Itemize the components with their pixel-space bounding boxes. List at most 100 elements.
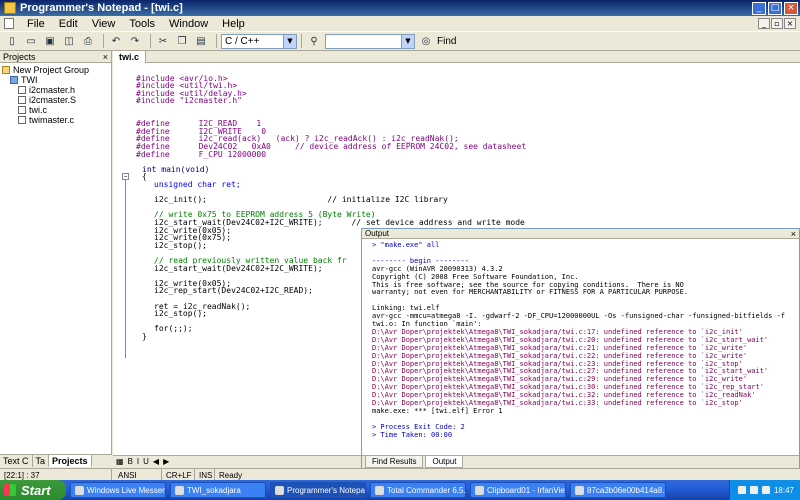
save-all-icon[interactable]: ◫ [61, 33, 77, 49]
minimize-button[interactable]: _ [752, 1, 766, 15]
close-button[interactable]: × [784, 1, 798, 15]
left-tab[interactable]: Ta [33, 455, 50, 467]
code-line: } [142, 332, 147, 341]
output-line: D:\Avr Doper\projektek\Atmega8\TWI_sokad… [372, 351, 748, 360]
output-tab[interactable]: Find Results [365, 456, 424, 468]
taskbar-button-label: Clipboard01 - IrfanView [487, 485, 566, 495]
output-tabs: Find Results Output [362, 455, 799, 468]
print-icon[interactable]: ⎙ [80, 33, 96, 49]
cut-icon[interactable]: ✂ [155, 33, 171, 49]
output-panel-header: Output × [362, 229, 799, 239]
tree-item-label: i2cmaster.S [29, 95, 77, 105]
editor-bar-button[interactable]: U [143, 457, 149, 466]
output-line: D:\Avr Doper\projektek\Atmega8\TWI_sokad… [372, 335, 769, 344]
volume-icon[interactable] [749, 486, 758, 494]
output-text[interactable]: > "make.exe" all -------- begin -------- a… [366, 241, 796, 455]
left-tab[interactable]: Projects [49, 455, 92, 467]
menu-tools[interactable]: Tools [122, 18, 162, 30]
output-line: D:\Avr Doper\projektek\Atmega8\TWI_sokad… [372, 391, 756, 400]
editor-bar-button[interactable]: ▦ [116, 457, 124, 466]
security-icon[interactable] [761, 486, 770, 494]
taskbar-button[interactable]: Programmer's Notepa... [270, 482, 366, 498]
projects-panel: Projects × New Project Group TWI i2cmaster… [0, 51, 112, 454]
taskbar-button-label: 87ca3b06e00b414a8... [587, 485, 666, 495]
output-line: D:\Avr Doper\projektek\Atmega8\TWI_sokad… [372, 343, 748, 352]
tree-item[interactable]: twimaster.c [0, 115, 111, 125]
editor-tab-strip: twi.c [113, 51, 800, 63]
scheme-select[interactable]: C / C++ ▼ [221, 33, 297, 49]
output-line: > Process Exit Code: 2 [372, 422, 465, 431]
tree-item[interactable]: New Project Group [0, 65, 111, 75]
left-tab[interactable]: Text C [0, 455, 33, 467]
menu-edit[interactable]: Edit [52, 18, 85, 30]
code-line: for(;;); [154, 324, 193, 334]
chevron-down-icon[interactable]: ▼ [283, 34, 296, 48]
output-line: warranty; not even for MERCHANTABILITY o… [372, 288, 689, 297]
new-file-icon[interactable]: ▯ [4, 33, 20, 49]
taskbar-button[interactable]: Windows Live Messen... [70, 482, 166, 498]
tree-item[interactable]: TWI [0, 75, 111, 85]
fold-collapse-icon[interactable]: − [122, 173, 129, 180]
tab-twi-c[interactable]: twi.c [113, 51, 147, 63]
tree-item-label: i2cmaster.h [29, 85, 76, 95]
menu-help[interactable]: Help [215, 18, 252, 30]
menu-file[interactable]: File [20, 18, 52, 30]
toolbar-separator [301, 34, 302, 48]
save-icon[interactable]: ▣ [42, 33, 58, 49]
menu-view[interactable]: View [85, 18, 123, 30]
editor-bar-button[interactable]: ▶ [163, 457, 169, 466]
output-line: > "make.exe" all [372, 241, 440, 249]
output-line: Linking: twi.elf [372, 304, 440, 313]
code-line: i2c_rep_start(Dev24C02+I2C_READ); [154, 286, 313, 296]
menu-window[interactable]: Window [162, 18, 215, 30]
code-line: i2c_init(); // initialize I2C library [154, 195, 448, 205]
code-line: int main(void) [142, 164, 210, 174]
folder-icon [10, 76, 18, 84]
close-icon[interactable]: × [791, 229, 796, 239]
undo-icon[interactable]: ↶ [108, 33, 124, 49]
fold-line [125, 176, 126, 358]
output-line: avr-gcc -mmcu=atmega8 -I. -gdwarf-2 -DF_… [372, 312, 786, 321]
app-icon [4, 2, 16, 14]
editor-bar-button[interactable]: I [137, 457, 139, 466]
tree-item[interactable]: twi.c [0, 105, 111, 115]
file-icon [18, 86, 26, 94]
taskbar-button[interactable]: Clipboard01 - IrfanView [470, 482, 566, 498]
output-tab[interactable]: Output [425, 456, 464, 468]
taskbar-button[interactable]: Total Commander 6.5... [370, 482, 466, 498]
mdi-restore-button[interactable]: ▫ [771, 18, 783, 29]
output-line: Copyright (C) 2008 Free Software Foundat… [372, 272, 579, 281]
taskbar-button[interactable]: 87ca3b06e00b414a8... [570, 482, 666, 498]
redo-icon[interactable]: ↷ [127, 33, 143, 49]
output-line: -------- begin -------- [372, 256, 469, 265]
network-icon[interactable] [737, 486, 746, 494]
mdi-minimize-button[interactable]: _ [758, 18, 770, 29]
file-icon [18, 116, 26, 124]
code-line: i2c_start_wait(Dev24C02+I2C_WRITE); [154, 263, 323, 273]
binoculars-icon[interactable]: ◎ [418, 33, 434, 49]
file-icon [18, 106, 26, 114]
open-folder-icon[interactable]: ▭ [23, 33, 39, 49]
chevron-down-icon[interactable]: ▼ [401, 34, 414, 48]
taskbar-button[interactable]: TWI_sokadjara [170, 482, 266, 498]
start-button[interactable]: Start [0, 480, 66, 500]
copy-icon[interactable]: ❐ [174, 33, 190, 49]
find-input[interactable]: ▼ [325, 33, 415, 49]
file-icon [18, 96, 26, 104]
toolbar-separator [150, 34, 151, 48]
taskbar-button-label: Windows Live Messen... [87, 485, 166, 495]
maximize-button[interactable]: □ [768, 1, 782, 15]
editor-bar-button[interactable]: B [128, 457, 133, 466]
find-options-icon[interactable]: ⚲ [306, 33, 322, 49]
paste-icon[interactable]: ▤ [193, 33, 209, 49]
mdi-close-button[interactable]: × [784, 18, 796, 29]
tree-item-label: twimaster.c [29, 115, 75, 125]
tree-item[interactable]: i2cmaster.S [0, 95, 111, 105]
start-label: Start [21, 482, 51, 498]
find-button[interactable]: Find [437, 36, 456, 47]
close-icon[interactable]: × [103, 52, 108, 62]
code-line: i2c_stop(); [154, 309, 207, 319]
toolbar-separator [216, 34, 217, 48]
editor-bar-button[interactable]: ◀ [153, 457, 159, 466]
tree-item[interactable]: i2cmaster.h [0, 85, 111, 95]
